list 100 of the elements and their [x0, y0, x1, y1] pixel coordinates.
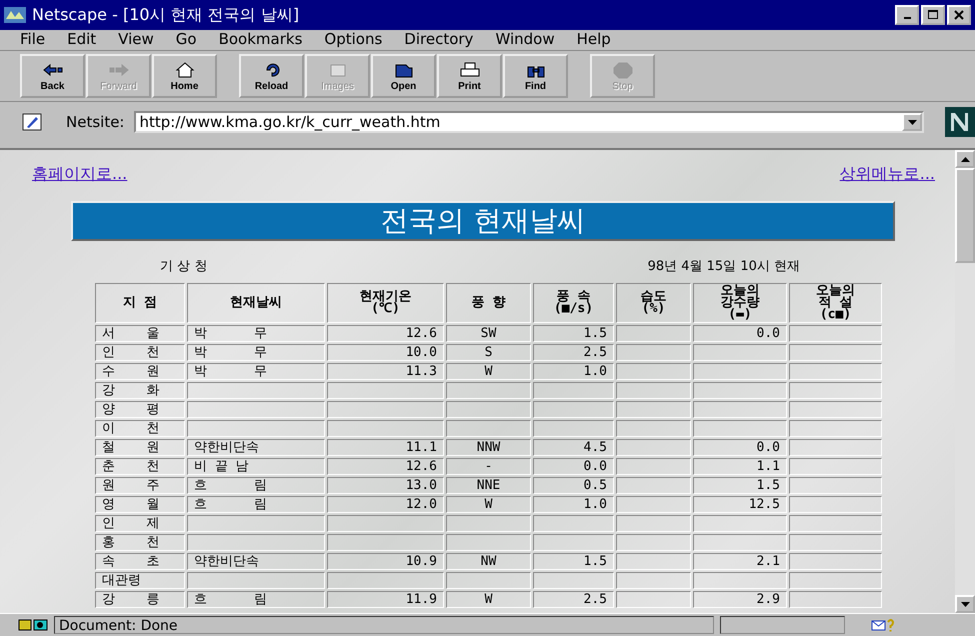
table-cell: W: [446, 496, 531, 513]
down-arrow-icon[interactable]: [960, 602, 970, 606]
column-header: 풍 향: [446, 283, 531, 323]
app-icon: [4, 7, 26, 23]
table-cell: 약한비단속: [187, 439, 325, 456]
page-link[interactable]: 홈페이지로...: [32, 164, 128, 185]
page-banner: 전국의 현재날씨: [71, 201, 895, 241]
table-cell: 약한비단속: [187, 553, 325, 570]
table-cell: 박 무: [187, 363, 325, 380]
table-cell: 1.0: [533, 496, 614, 513]
menu-item[interactable]: Bookmarks: [206, 30, 312, 50]
table-cell: 강 화: [95, 382, 185, 399]
minimize-button[interactable]: [895, 5, 919, 25]
scroll-thumb[interactable]: [955, 168, 975, 263]
table-cell: 1.5: [533, 325, 614, 342]
table-cell: 박 무: [187, 325, 325, 342]
menu-item[interactable]: View: [106, 30, 164, 50]
status-text: Document: Done: [54, 616, 714, 634]
table-cell: 영 월: [95, 496, 185, 513]
table-cell: 양 평: [95, 401, 185, 418]
menu-item[interactable]: Help: [564, 30, 621, 50]
table-cell: 철 원: [95, 439, 185, 456]
table-cell: 12.6: [327, 325, 444, 342]
table-cell: 비 끝 남: [187, 458, 325, 475]
table-cell: 13.0: [327, 477, 444, 494]
table-cell: NNE: [446, 477, 531, 494]
source-text: 기 상 청: [160, 258, 208, 275]
table-cell: W: [446, 591, 531, 608]
table-cell: 박 무: [187, 344, 325, 361]
logo-icon: [945, 107, 975, 137]
toolbar-button[interactable]: Find: [503, 54, 568, 98]
table-cell: S: [446, 344, 531, 361]
table-cell: 1.5: [693, 477, 787, 494]
table-cell: SW: [446, 325, 531, 342]
table-cell: 흐 림: [187, 477, 325, 494]
column-header: 현재기온 (℃): [327, 283, 444, 323]
table-cell: 인 천: [95, 344, 185, 361]
table-cell: 2.9: [693, 591, 787, 608]
scrollbar[interactable]: [955, 150, 975, 613]
close-button[interactable]: [947, 5, 971, 25]
timestamp-text: 98년 4월 15일 10시 현재: [648, 258, 800, 275]
table-cell: 12.5: [693, 496, 787, 513]
minimize-icon: [904, 17, 910, 19]
table-cell: 2.5: [533, 344, 614, 361]
toolbar-button[interactable]: Reload: [239, 54, 304, 98]
security-icon: [18, 618, 48, 632]
table-cell: 10.9: [327, 553, 444, 570]
table-cell: 춘 천: [95, 458, 185, 475]
table-cell: 원 주: [95, 477, 185, 494]
toolbar-button[interactable]: Open: [371, 54, 436, 98]
page-link[interactable]: 상위메뉴로...: [840, 164, 935, 185]
location-label: Netsite:: [66, 113, 124, 131]
mail-icon[interactable]: [871, 618, 895, 632]
table-cell: 인 제: [95, 515, 185, 532]
maximize-button[interactable]: [921, 5, 945, 25]
table-cell: -: [446, 458, 531, 475]
up-arrow-icon[interactable]: [960, 156, 970, 162]
table-cell: 이 천: [95, 420, 185, 437]
table-cell: 1.1: [693, 458, 787, 475]
table-cell: 대관령: [95, 572, 185, 589]
column-header: 오늘의 적 설 (c■): [789, 283, 882, 323]
printer-icon: [458, 60, 480, 78]
column-header: 현재날씨: [187, 283, 325, 323]
table-cell: 서 울: [95, 325, 185, 342]
table-cell: 10.0: [327, 344, 444, 361]
table-cell: NNW: [446, 439, 531, 456]
menu-item[interactable]: Options: [312, 30, 392, 50]
table-cell: 12.0: [327, 496, 444, 513]
column-header: 습도 (%): [616, 283, 691, 323]
table-cell: 11.3: [327, 363, 444, 380]
table-cell: 0.5: [533, 477, 614, 494]
table-cell: 1.0: [533, 363, 614, 380]
menu-item[interactable]: Go: [164, 30, 207, 50]
menu-item[interactable]: Window: [483, 30, 565, 50]
table-cell: 강 릉: [95, 591, 185, 608]
house-icon: [174, 60, 196, 78]
table-cell: 0.0: [533, 458, 614, 475]
table-cell: 11.9: [327, 591, 444, 608]
bookmark-icon[interactable]: [22, 113, 42, 131]
dropdown-icon[interactable]: [902, 113, 922, 131]
table-cell: 0.0: [693, 439, 787, 456]
table-cell: NW: [446, 553, 531, 570]
column-header: 지 점: [95, 283, 185, 323]
maximize-icon: [928, 10, 938, 20]
toolbar-button[interactable]: Back: [20, 54, 85, 98]
url-field[interactable]: http://www.kma.go.kr/k_curr_weath.htm: [134, 111, 924, 133]
table-cell: 0.0: [693, 325, 787, 342]
menu-item[interactable]: Edit: [55, 30, 106, 50]
menu-item[interactable]: File: [8, 30, 56, 50]
table-cell: 2.1: [693, 553, 787, 570]
column-header: 풍 속 (■/s): [533, 283, 614, 323]
menu-item[interactable]: Directory: [392, 30, 484, 50]
stop-icon: [612, 60, 634, 78]
table-cell: 4.5: [533, 439, 614, 456]
table-cell: 홍 천: [95, 534, 185, 551]
toolbar-button[interactable]: Home: [152, 54, 217, 98]
table-cell: W: [446, 363, 531, 380]
table-cell: 2.5: [533, 591, 614, 608]
toolbar-button[interactable]: Print: [437, 54, 502, 98]
table-cell: 흐 림: [187, 496, 325, 513]
